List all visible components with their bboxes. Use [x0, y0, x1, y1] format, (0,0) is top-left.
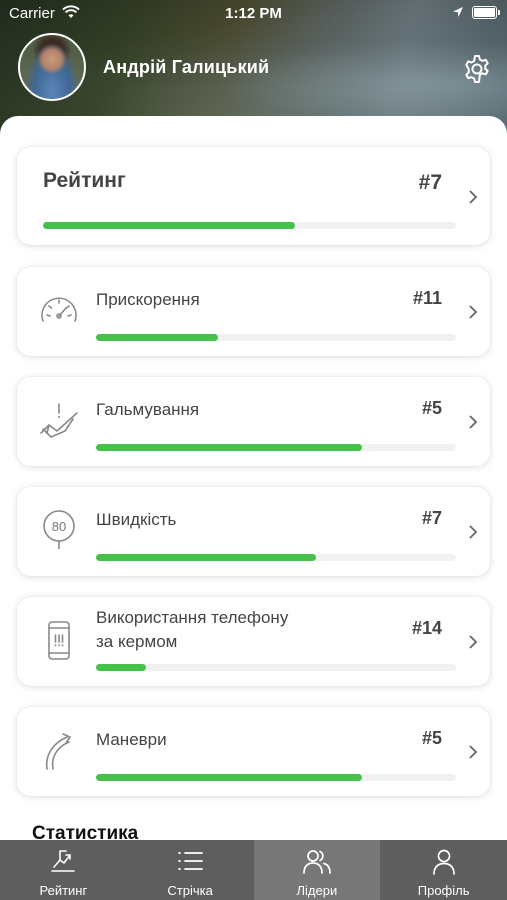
location-arrow-icon [453, 7, 463, 17]
svg-text:80: 80 [52, 519, 66, 534]
category-progress-track [96, 554, 456, 561]
chevron-right-icon [469, 635, 478, 649]
user-name: Андрій Галицький [103, 56, 270, 77]
category-title-line2: за кермом [96, 632, 178, 651]
category-card-acceleration[interactable]: Прискорення #11 [17, 267, 490, 356]
speed-sign-icon: 80 [43, 510, 75, 549]
gear-icon[interactable] [461, 53, 493, 85]
braking-icon [40, 403, 78, 438]
category-progress-track [96, 334, 456, 341]
tab-bar: Рейтинг Стрічка Лідери Профіль [0, 840, 507, 900]
category-rank: #11 [412, 288, 442, 308]
rating-rank: #7 [418, 171, 442, 194]
category-card-speed[interactable]: 80 Швидкість #7 [17, 487, 490, 576]
category-card-braking[interactable]: Гальмування #5 [17, 377, 490, 466]
chevron-right-icon [469, 415, 478, 429]
tab-label: Стрічка [167, 883, 213, 898]
person-icon [432, 849, 455, 875]
category-progress-track [96, 444, 456, 451]
category-progress-fill [96, 334, 219, 341]
chevron-right-icon [469, 190, 478, 204]
rating-progress-track [43, 222, 456, 229]
category-progress-fill [96, 444, 363, 451]
chevron-right-icon [469, 525, 478, 539]
category-card-maneuvers[interactable]: Маневри #5 [17, 707, 490, 796]
tab-profile[interactable]: Профіль [380, 840, 507, 900]
category-progress-track [96, 774, 456, 781]
category-title: Маневри [96, 730, 167, 749]
list-icon [178, 852, 204, 870]
tab-rating[interactable]: Рейтинг [0, 840, 127, 900]
category-title: Швидкість [96, 510, 177, 529]
speedometer-icon [41, 297, 77, 322]
category-rank: #7 [421, 508, 442, 528]
rating-card[interactable]: Рейтинг #7 [17, 147, 490, 245]
tab-leaders[interactable]: Лідери [253, 840, 381, 900]
tab-label: Профіль [417, 883, 470, 898]
phone-icon [48, 621, 70, 660]
category-title-line1: Використання телефону [96, 608, 289, 627]
category-progress-fill [96, 664, 147, 671]
category-rank: #5 [421, 398, 442, 418]
clock: 1:12 PM [225, 5, 282, 22]
category-rank: #5 [421, 728, 442, 748]
avatar[interactable] [18, 33, 86, 101]
rating-title: Рейтинг [43, 169, 126, 192]
category-progress-fill [96, 774, 363, 781]
category-title: Використання телефону за кермом [96, 606, 288, 654]
category-rank: #14 [411, 618, 442, 638]
content-panel: Рейтинг #7 Прискорення #11 Гальмування #… [0, 116, 507, 856]
rating-progress-fill [43, 222, 295, 229]
chevron-right-icon [469, 305, 478, 319]
users-icon [303, 850, 331, 874]
profile-header[interactable]: Андрій Галицький [18, 32, 269, 102]
category-card-phone-usage[interactable]: Використання телефону за кермом #14 [17, 597, 490, 686]
tab-label: Рейтинг [39, 883, 88, 898]
category-title: Прискорення [96, 290, 200, 309]
chevron-right-icon [469, 745, 478, 759]
category-progress-fill [96, 554, 316, 561]
battery-icon [472, 6, 500, 19]
status-bar: Carrier 1:12 PM [0, 0, 507, 28]
rating-icon [51, 850, 76, 872]
maneuver-icon [45, 733, 71, 770]
tab-feed[interactable]: Стрічка [127, 840, 254, 900]
category-progress-track [96, 664, 456, 671]
category-title: Гальмування [96, 400, 200, 419]
tab-label: Лідери [296, 883, 338, 898]
